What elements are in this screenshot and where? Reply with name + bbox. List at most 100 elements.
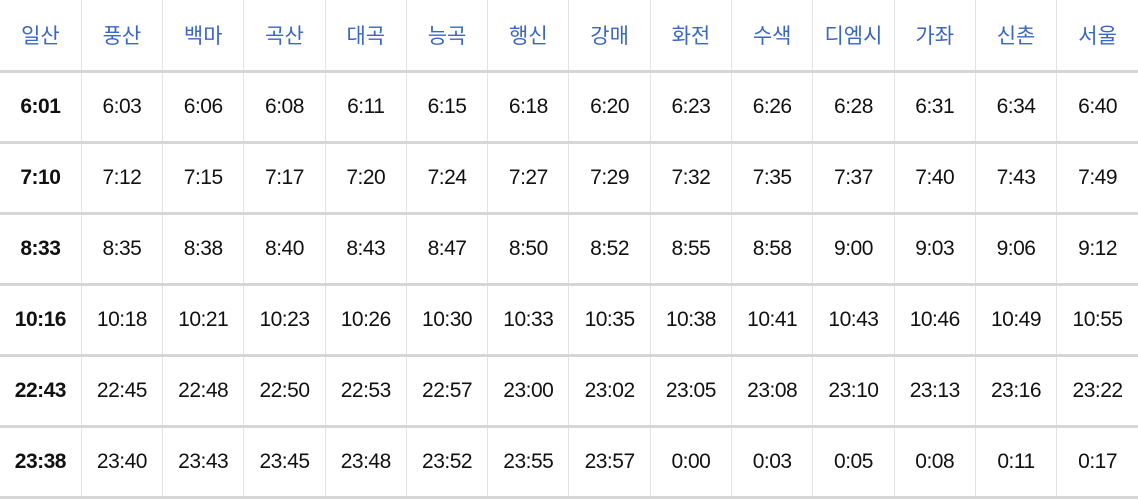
arrival-time-cell: 23:02 [568,355,651,428]
origin-departure-time: 7:10 [0,142,82,215]
origin-departure-time: 6:01 [0,71,82,144]
arrival-time-cell: 22:45 [81,355,164,428]
arrival-time-cell: 10:46 [894,284,976,357]
station-header: 일산 [0,0,82,73]
arrival-time-cell: 23:10 [812,355,895,428]
arrival-time-cell: 8:55 [650,213,733,286]
arrival-time-cell: 10:30 [406,284,489,357]
arrival-time-cell: 23:22 [1056,355,1138,428]
station-header: 화전 [650,0,733,73]
arrival-time-cell: 9:12 [1056,213,1138,286]
arrival-time-cell: 9:00 [812,213,895,286]
arrival-time-cell: 0:05 [812,426,895,499]
origin-departure-time: 10:16 [0,284,82,357]
arrival-time-cell: 8:38 [162,213,245,286]
arrival-time-cell: 7:49 [1056,142,1138,215]
arrival-time-cell: 7:37 [812,142,895,215]
arrival-time-cell: 6:15 [406,71,489,144]
arrival-time-cell: 23:48 [325,426,407,499]
table-row: 10:16 10:18 10:21 10:23 10:26 10:30 10:33 10:35… [0,284,1138,357]
arrival-time-cell: 6:11 [325,71,407,144]
arrival-time-cell: 10:55 [1056,284,1138,357]
arrival-time-cell: 10:18 [81,284,164,357]
station-header: 풍산 [81,0,164,73]
arrival-time-cell: 0:00 [650,426,733,499]
station-header: 능곡 [406,0,489,73]
arrival-time-cell: 23:40 [81,426,164,499]
arrival-time-cell: 10:49 [975,284,1058,357]
arrival-time-cell: 7:12 [81,142,164,215]
arrival-time-cell: 8:40 [243,213,326,286]
arrival-time-cell: 8:58 [731,213,814,286]
arrival-time-cell: 23:57 [568,426,651,499]
arrival-time-cell: 6:28 [812,71,895,144]
arrival-time-cell: 23:00 [487,355,570,428]
table-row: 6:01 6:03 6:06 6:08 6:11 6:15 6:18 6:20 6:23 6:26… [0,71,1138,144]
arrival-time-cell: 10:33 [487,284,570,357]
station-header: 디엠시 [812,0,895,73]
arrival-time-cell: 23:52 [406,426,489,499]
arrival-time-cell: 23:43 [162,426,245,499]
table-row: 22:43 22:45 22:48 22:50 22:53 22:57 23:00 23:02… [0,355,1138,428]
arrival-time-cell: 6:31 [894,71,976,144]
station-header-row: 일산 풍산 백마 곡산 대곡 능곡 행신 강매 화전 수색 디엠시 가좌 신촌 서울 [0,0,1138,73]
arrival-time-cell: 8:35 [81,213,164,286]
arrival-time-cell: 7:35 [731,142,814,215]
arrival-time-cell: 10:23 [243,284,326,357]
arrival-time-cell: 7:43 [975,142,1058,215]
station-header: 백마 [162,0,245,73]
arrival-time-cell: 8:50 [487,213,570,286]
arrival-time-cell: 7:17 [243,142,326,215]
arrival-time-cell: 6:26 [731,71,814,144]
arrival-time-cell: 7:27 [487,142,570,215]
arrival-time-cell: 0:17 [1056,426,1138,499]
arrival-time-cell: 8:52 [568,213,651,286]
arrival-time-cell: 23:08 [731,355,814,428]
arrival-time-cell: 6:34 [975,71,1058,144]
arrival-time-cell: 23:45 [243,426,326,499]
arrival-time-cell: 22:53 [325,355,407,428]
station-header: 대곡 [325,0,407,73]
arrival-time-cell: 10:21 [162,284,245,357]
arrival-time-cell: 22:57 [406,355,489,428]
timetable-body: 6:01 6:03 6:06 6:08 6:11 6:15 6:18 6:20 6:23 6:26… [0,71,1138,499]
arrival-time-cell: 10:26 [325,284,407,357]
station-header: 서울 [1056,0,1138,73]
arrival-time-cell: 8:47 [406,213,489,286]
timetable-header: 일산 풍산 백마 곡산 대곡 능곡 행신 강매 화전 수색 디엠시 가좌 신촌 서울 [0,0,1138,73]
arrival-time-cell: 22:50 [243,355,326,428]
arrival-time-cell: 7:32 [650,142,733,215]
station-header: 신촌 [975,0,1058,73]
arrival-time-cell: 10:43 [812,284,895,357]
arrival-time-cell: 10:35 [568,284,651,357]
arrival-time-cell: 7:15 [162,142,245,215]
station-header: 가좌 [894,0,976,73]
arrival-time-cell: 23:55 [487,426,570,499]
arrival-time-cell: 6:23 [650,71,733,144]
station-header: 수색 [731,0,814,73]
origin-departure-time: 8:33 [0,213,82,286]
station-header: 행신 [487,0,570,73]
station-header: 곡산 [243,0,326,73]
arrival-time-cell: 10:38 [650,284,733,357]
arrival-time-cell: 8:43 [325,213,407,286]
arrival-time-cell: 0:11 [975,426,1058,499]
arrival-time-cell: 10:41 [731,284,814,357]
train-timetable: 일산 풍산 백마 곡산 대곡 능곡 행신 강매 화전 수색 디엠시 가좌 신촌 서울 6:01 6:03 6:… [0,0,1138,499]
arrival-time-cell: 6:18 [487,71,570,144]
table-row: 8:33 8:35 8:38 8:40 8:43 8:47 8:50 8:52 8:55 8:58… [0,213,1138,286]
arrival-time-cell: 6:06 [162,71,245,144]
arrival-time-cell: 23:16 [975,355,1058,428]
arrival-time-cell: 6:40 [1056,71,1138,144]
arrival-time-cell: 9:06 [975,213,1058,286]
origin-departure-time: 22:43 [0,355,82,428]
arrival-time-cell: 23:05 [650,355,733,428]
station-header: 강매 [568,0,651,73]
arrival-time-cell: 7:20 [325,142,407,215]
arrival-time-cell: 6:20 [568,71,651,144]
arrival-time-cell: 7:29 [568,142,651,215]
arrival-time-cell: 7:24 [406,142,489,215]
arrival-time-cell: 0:08 [894,426,976,499]
arrival-time-cell: 0:03 [731,426,814,499]
arrival-time-cell: 7:40 [894,142,976,215]
